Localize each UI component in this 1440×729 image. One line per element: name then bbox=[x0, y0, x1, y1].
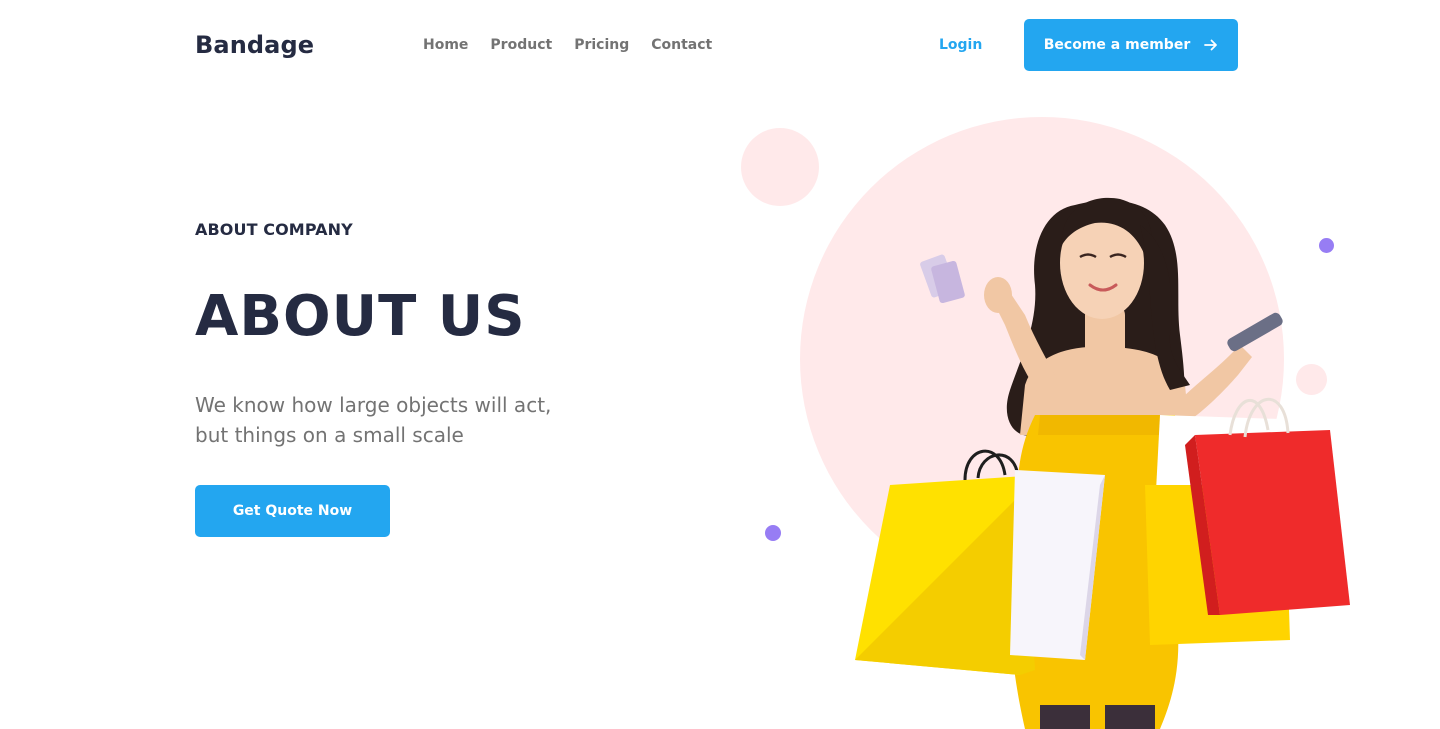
hero-model-image bbox=[855, 197, 1350, 729]
page-title: ABOUT US bbox=[195, 284, 526, 349]
decorative-pink-circle-small bbox=[741, 128, 819, 206]
become-member-button[interactable]: Become a member bbox=[1024, 19, 1238, 71]
nav-link-pricing[interactable]: Pricing bbox=[574, 37, 629, 53]
hero-description-line-1: We know how large objects will act, bbox=[195, 393, 552, 417]
become-member-label: Become a member bbox=[1043, 37, 1191, 53]
main-nav: Home Product Pricing Contact bbox=[423, 37, 712, 53]
nav-link-home[interactable]: Home bbox=[423, 37, 468, 53]
arrow-right-icon bbox=[1204, 39, 1218, 51]
nav-link-product[interactable]: Product bbox=[490, 37, 552, 53]
decorative-purple-dot bbox=[765, 525, 781, 541]
hero-description: We know how large objects will act, but … bbox=[195, 390, 615, 450]
nav-link-contact[interactable]: Contact bbox=[651, 37, 712, 53]
brand-logo[interactable]: Bandage bbox=[195, 31, 314, 59]
login-link[interactable]: Login bbox=[939, 37, 982, 53]
hero-description-line-2: but things on a small scale bbox=[195, 423, 464, 447]
get-quote-button[interactable]: Get Quote Now bbox=[195, 485, 390, 537]
eyebrow-text: ABOUT COMPANY bbox=[195, 220, 353, 239]
